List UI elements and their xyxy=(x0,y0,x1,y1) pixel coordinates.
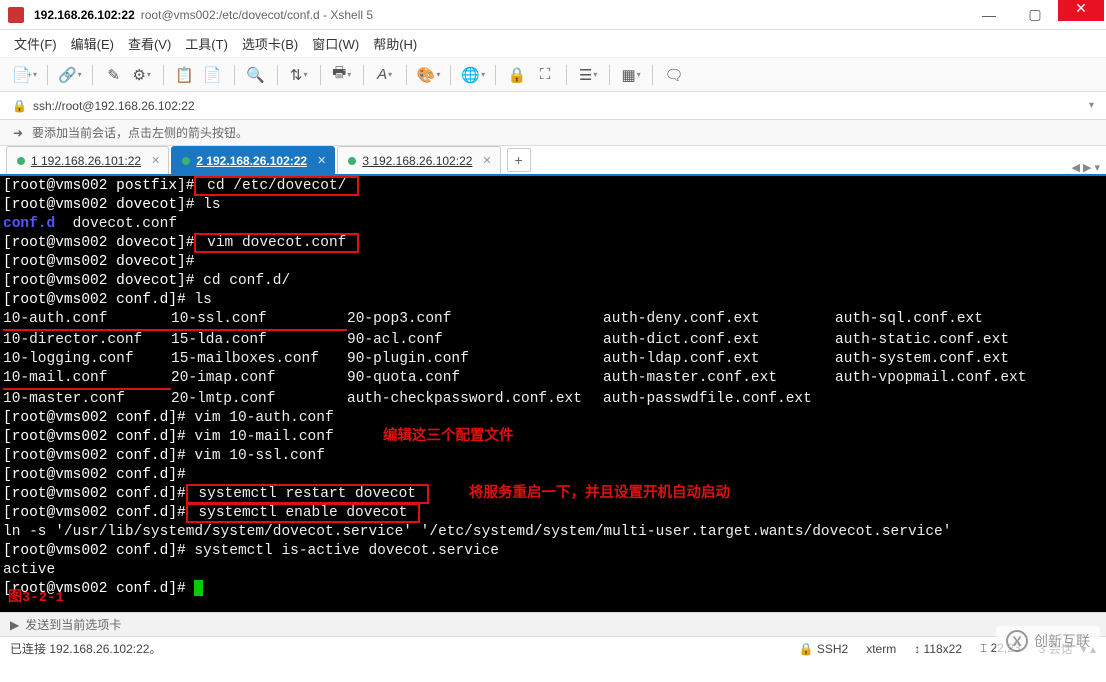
status-dot-icon xyxy=(182,157,190,165)
app-icon xyxy=(8,7,24,23)
cursor-icon: ⌶ xyxy=(980,641,987,655)
menu-window[interactable]: 窗口(W) xyxy=(312,34,359,53)
session-tab-3[interactable]: 3 192.168.26.102:22 ✕ xyxy=(337,146,500,174)
session-tab-1[interactable]: 1 192.168.26.101:22 ✕ xyxy=(6,146,169,174)
reconnect-button[interactable]: 🔗▾ xyxy=(58,62,82,88)
menu-edit[interactable]: 编辑(E) xyxy=(71,34,114,53)
title-path: root@vms002:/etc/dovecot/conf.d - Xshell… xyxy=(141,8,373,22)
title-bar: 192.168.26.102:22 root@vms002:/etc/dovec… xyxy=(0,0,1106,30)
address-bar: 🔒 ▾ xyxy=(0,92,1106,120)
watermark-text: 创新互联 xyxy=(1034,631,1090,651)
menu-view[interactable]: 查看(V) xyxy=(128,34,171,53)
status-term: xterm xyxy=(866,642,896,656)
find-button[interactable]: 🔍 xyxy=(245,62,267,88)
edit-button[interactable]: ✎ xyxy=(103,62,125,88)
lock-icon: 🔒 xyxy=(799,642,814,656)
toolbar: 📄+▾ 🔗▾ ✎ ⚙▾ 📋 📄 🔍 ⇅▾ 🖶▾ A▾ 🎨▾ 🌐▾ 🔒 ⛶ ☰▾ … xyxy=(0,58,1106,92)
notes-button[interactable]: 🗨 xyxy=(663,62,685,88)
lock-button[interactable]: 🔒 xyxy=(506,62,528,88)
menu-help[interactable]: 帮助(H) xyxy=(373,34,417,53)
terminal-output[interactable]: [root@vms002 postfix]# cd /etc/dovecot/ … xyxy=(0,176,1106,612)
transfer-button[interactable]: ⇅▾ xyxy=(288,62,310,88)
send-icon: ▶ xyxy=(10,618,19,632)
hint-text: 要添加当前会话，点击左侧的箭头按钮。 xyxy=(32,124,248,141)
session-tab-2[interactable]: 2 192.168.26.102:22 ✕ xyxy=(171,146,335,174)
maximize-button[interactable]: ▢ xyxy=(1012,1,1058,29)
title-host: 192.168.26.102:22 xyxy=(34,8,135,22)
minimize-button[interactable]: — xyxy=(966,1,1012,29)
lock-icon: 🔒 xyxy=(12,99,27,113)
status-bar: 已连接 192.168.26.102:22。 🔒 SSH2 xterm ↕ 11… xyxy=(0,636,1106,660)
tab-label: 1 192.168.26.101:22 xyxy=(31,154,141,168)
font-button[interactable]: A▾ xyxy=(374,62,396,88)
status-dot-icon xyxy=(348,157,356,165)
tab-close-icon[interactable]: ✕ xyxy=(317,154,326,167)
menu-tab[interactable]: 选项卡(B) xyxy=(242,34,298,53)
script-button[interactable]: ☰▾ xyxy=(577,62,599,88)
arrange-button[interactable]: ▦▾ xyxy=(620,62,642,88)
tab-close-icon[interactable]: ✕ xyxy=(482,154,491,167)
status-size: ↕ 118x22 xyxy=(914,642,962,656)
status-connection: 已连接 192.168.26.102:22。 xyxy=(10,640,161,657)
status-dot-icon xyxy=(17,157,25,165)
address-input[interactable] xyxy=(33,99,1083,113)
tab-bar: 1 192.168.26.101:22 ✕ 2 192.168.26.102:2… xyxy=(0,146,1106,176)
print-button[interactable]: 🖶▾ xyxy=(331,62,353,88)
menu-file[interactable]: 文件(F) xyxy=(14,34,57,53)
figure-label: 图3-2-1 xyxy=(8,589,64,608)
new-session-button[interactable]: 📄+▾ xyxy=(12,62,37,88)
fullscreen-button[interactable]: ⛶ xyxy=(534,62,556,88)
status-proto: 🔒 SSH2 xyxy=(799,642,849,656)
paste-button[interactable]: 📄 xyxy=(202,62,224,88)
menu-bar: 文件(F) 编辑(E) 查看(V) 工具(T) 选项卡(B) 窗口(W) 帮助(… xyxy=(0,30,1106,58)
hint-bar: ➜ 要添加当前会话，点击左侧的箭头按钮。 xyxy=(0,120,1106,146)
tab-label: 2 192.168.26.102:22 xyxy=(196,154,307,168)
menu-tools[interactable]: 工具(T) xyxy=(185,34,228,53)
add-tab-button[interactable]: + xyxy=(507,148,531,172)
send-target-bar: ▶ 发送到当前选项卡 xyxy=(0,612,1106,636)
send-target-text: 发送到当前选项卡 xyxy=(25,616,121,633)
tab-nav[interactable]: ◀ ▶ ▾ xyxy=(1071,161,1100,174)
watermark: X 创新互联 xyxy=(996,626,1100,656)
tab-label: 3 192.168.26.102:22 xyxy=(362,154,472,168)
watermark-icon: X xyxy=(1006,630,1028,652)
xagent-button[interactable]: 🌐▾ xyxy=(461,62,485,88)
add-session-arrow[interactable]: ➜ xyxy=(10,125,26,141)
color-button[interactable]: 🎨▾ xyxy=(417,62,441,88)
close-button[interactable]: ✕ xyxy=(1058,0,1104,21)
tab-close-icon[interactable]: ✕ xyxy=(151,154,160,167)
resize-icon: ↕ xyxy=(914,642,920,656)
copy-button[interactable]: 📋 xyxy=(174,62,196,88)
properties-button[interactable]: ⚙▾ xyxy=(131,62,153,88)
address-dropdown[interactable]: ▾ xyxy=(1089,100,1094,111)
